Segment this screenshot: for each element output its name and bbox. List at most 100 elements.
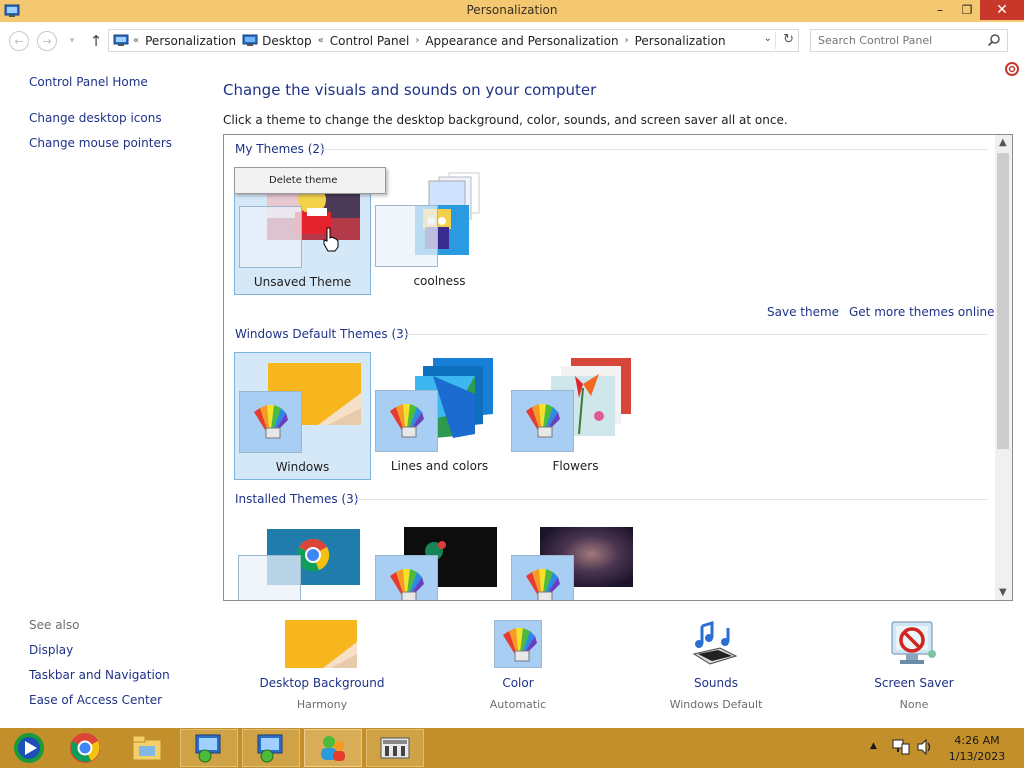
taskbar-control-panel-1[interactable] — [180, 729, 238, 767]
breadcrumb-separator[interactable]: « — [318, 35, 324, 46]
forward-button[interactable]: → — [37, 31, 57, 51]
screen-saver-icon — [891, 621, 936, 664]
theme-label: Lines and colors — [390, 459, 489, 473]
address-divider — [775, 32, 776, 49]
user-accounts-icon — [321, 736, 345, 761]
theme-color-swatch — [511, 555, 574, 600]
media-center-icon — [14, 733, 44, 763]
volume-icon[interactable] — [916, 739, 934, 755]
maximize-button[interactable]: ❐ — [954, 0, 980, 20]
breadcrumb-appearance[interactable]: Appearance and Personalization — [425, 34, 618, 48]
close-button[interactable]: ✕ — [980, 0, 1024, 20]
file-explorer-icon — [132, 735, 162, 761]
save-theme-link[interactable]: Save theme — [767, 305, 839, 319]
theme-color-swatch — [375, 555, 438, 600]
control-panel-icon — [257, 734, 283, 763]
theme-color-swatch — [375, 205, 438, 267]
color-palette-icon — [526, 569, 560, 600]
chrome-icon — [70, 733, 100, 763]
installed-themes-heading: Installed Themes (3) — [235, 492, 359, 506]
sounds-link[interactable]: Sounds — [646, 676, 786, 690]
breadcrumb-separator[interactable]: › — [625, 35, 629, 46]
theme-color-swatch — [239, 206, 302, 268]
breadcrumb-desktop[interactable]: Desktop — [262, 34, 312, 48]
theme-label: Windows — [275, 460, 330, 474]
page-subtitle: Click a theme to change the desktop back… — [223, 113, 788, 127]
breadcrumb-personalization[interactable]: Personalization — [635, 34, 726, 48]
address-overflow-chevron[interactable]: « — [133, 35, 139, 46]
color-thumbnail — [494, 620, 542, 668]
refresh-icon[interactable]: ↻ — [783, 32, 794, 47]
breadcrumb-separator[interactable]: › — [415, 35, 419, 46]
taskbar-clock[interactable]: 4:26 AM 1/13/2023 — [942, 733, 1012, 765]
scroll-up-icon[interactable]: ▲ — [999, 137, 1007, 148]
title-bar[interactable]: Personalization – ❐ ✕ — [0, 0, 1024, 22]
hand-cursor-icon — [323, 227, 339, 252]
windows-default-themes-heading: Windows Default Themes (3) — [235, 327, 409, 341]
search-box[interactable] — [810, 29, 1008, 52]
color-palette-icon — [503, 628, 537, 662]
theme-label: Flowers — [552, 459, 599, 473]
clock-time: 4:26 AM — [954, 734, 1000, 747]
address-bar[interactable]: « Personalization Desktop « Control Pane… — [108, 29, 799, 52]
personalization-icon — [380, 737, 410, 759]
clock-date: 1/13/2023 — [948, 750, 1006, 763]
search-icon[interactable] — [987, 33, 1001, 47]
personalization-window: Personalization – ❐ ✕ ← → ▾ ↑ « Personal… — [0, 0, 1024, 728]
breadcrumb-personalization-root[interactable]: Personalization — [145, 34, 236, 48]
scroll-down-icon[interactable]: ▼ — [999, 587, 1007, 598]
change-mouse-pointers-link[interactable]: Change mouse pointers — [29, 136, 172, 150]
address-dropdown-icon[interactable]: ⌄ — [764, 33, 772, 44]
theme-color-swatch — [239, 391, 302, 453]
theme-tile-installed-1[interactable] — [234, 517, 371, 600]
color-value: Automatic — [489, 698, 547, 711]
ease-of-access-link[interactable]: Ease of Access Center — [29, 693, 162, 707]
taskbar-personalization[interactable] — [366, 729, 424, 767]
theme-tile-flowers[interactable]: Flowers — [507, 352, 644, 480]
theme-tile-installed-3[interactable] — [507, 517, 644, 600]
color-palette-icon — [390, 404, 424, 438]
navigation-bar: ← → ▾ ↑ « Personalization Desktop « Cont… — [0, 22, 1024, 58]
screen-saver-setting[interactable]: Screen Saver None — [844, 620, 984, 718]
minimize-button[interactable]: – — [926, 0, 954, 20]
desktop-background-link[interactable]: Desktop Background — [252, 676, 392, 690]
color-link[interactable]: Color — [448, 676, 588, 690]
themes-list[interactable]: My Themes (2) Unsaved Theme coolness Sav… — [223, 134, 1013, 601]
theme-color-swatch — [511, 390, 574, 452]
themes-scrollbar[interactable]: ▲ ▼ — [995, 135, 1012, 600]
screen-saver-link[interactable]: Screen Saver — [844, 676, 984, 690]
delete-theme-menu-item[interactable]: Delete theme — [269, 175, 337, 186]
taskbar-navigation-link[interactable]: Taskbar and Navigation — [29, 668, 170, 682]
back-button[interactable]: ← — [9, 31, 29, 51]
color-setting[interactable]: Color Automatic — [448, 620, 588, 718]
taskbar-file-explorer[interactable] — [118, 729, 176, 767]
change-desktop-icons-link[interactable]: Change desktop icons — [29, 111, 162, 125]
group-divider — [399, 334, 988, 335]
network-icon[interactable] — [892, 739, 910, 755]
theme-tile-lines-and-colors[interactable]: Lines and colors — [371, 352, 508, 480]
taskbar-chrome[interactable] — [56, 729, 114, 767]
desktop-background-setting[interactable]: Desktop Background Harmony — [252, 620, 392, 718]
control-panel-icon — [113, 34, 129, 48]
taskbar-user-accounts[interactable] — [304, 729, 362, 767]
scrollbar-thumb[interactable] — [997, 153, 1009, 449]
help-icon[interactable] — [1005, 62, 1019, 76]
page-title: Change the visuals and sounds on your co… — [223, 81, 597, 99]
show-hidden-icons-button[interactable]: ▲ — [870, 741, 877, 781]
theme-color-swatch — [238, 555, 301, 600]
screen-saver-value: None — [899, 698, 929, 711]
taskbar-media-center[interactable] — [0, 729, 58, 767]
theme-tile-installed-2[interactable] — [371, 517, 508, 600]
theme-tile-windows[interactable]: Windows — [234, 352, 371, 480]
breadcrumb-control-panel[interactable]: Control Panel — [330, 34, 410, 48]
get-more-themes-link[interactable]: Get more themes online — [849, 305, 995, 319]
recent-locations-button[interactable]: ▾ — [66, 31, 78, 51]
display-link[interactable]: Display — [29, 643, 73, 657]
theme-color-swatch — [375, 390, 438, 452]
taskbar-control-panel-2[interactable] — [242, 729, 300, 767]
search-input[interactable] — [811, 30, 981, 51]
up-button[interactable]: ↑ — [86, 31, 106, 51]
control-panel-home-link[interactable]: Control Panel Home — [29, 75, 148, 89]
sounds-setting[interactable]: Sounds Windows Default — [646, 620, 786, 718]
theme-tile-coolness[interactable]: coolness — [371, 167, 508, 295]
